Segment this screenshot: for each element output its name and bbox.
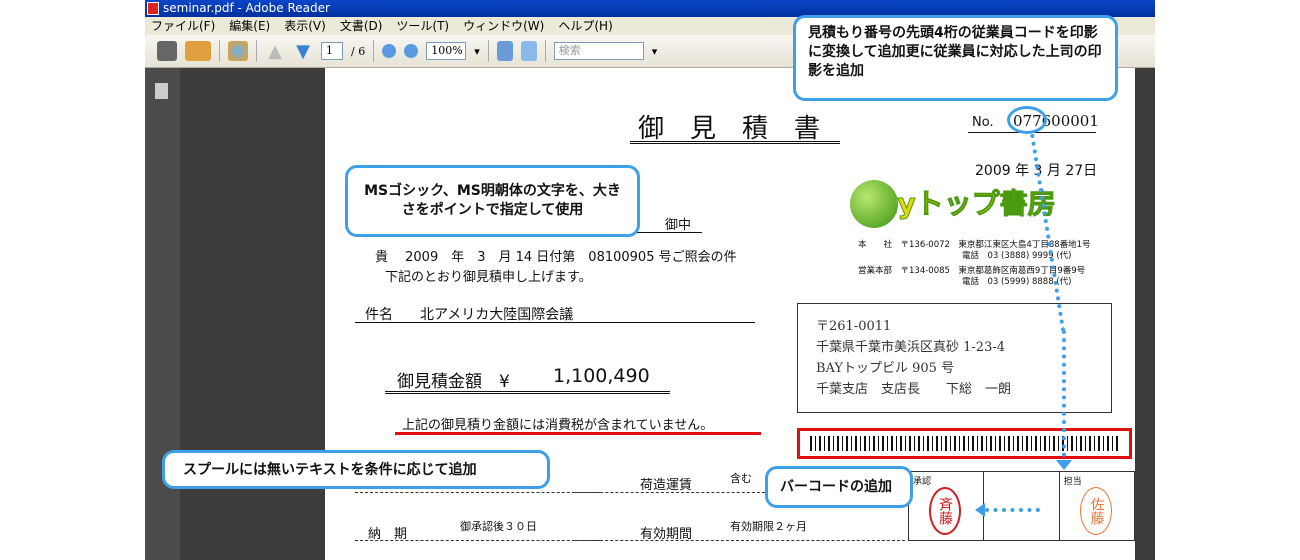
menu-window[interactable]: ウィンドウ(W) <box>463 17 544 35</box>
search-input[interactable]: 検索 <box>553 42 644 60</box>
arrow-down-icon <box>1056 460 1072 470</box>
menu-help[interactable]: ヘルプ(H) <box>558 17 612 35</box>
pages-icon[interactable] <box>155 83 168 99</box>
divider <box>219 40 220 62</box>
next-page-icon[interactable]: ▼ <box>293 41 313 62</box>
logo-icon <box>850 180 898 228</box>
menu-tools[interactable]: ツール(T) <box>396 17 449 35</box>
highlight-circle <box>1007 106 1047 134</box>
empty-cell <box>984 472 1060 540</box>
approve-cell: 承認 斉藤 <box>909 472 985 540</box>
previous-page-icon[interactable]: ▲ <box>265 41 285 62</box>
amount-label: 御見積金額 ¥ <box>397 372 510 392</box>
barcode-box <box>797 428 1132 459</box>
callout-employee-code: 見積もり番号の先頭4桁の従業員コードを印影に変換して追加更に従業員に対応した上司… <box>793 15 1118 101</box>
menu-edit[interactable]: 編集(E) <box>229 17 270 35</box>
tax-note: 上記の御見積り金額には消費税が含まれていません。 <box>402 418 714 433</box>
divider <box>256 40 257 62</box>
staff-cell: 担当 佐藤 <box>1060 472 1134 540</box>
intro-text: 下記のとおり御見積申し上げます。 <box>385 270 592 285</box>
stamp-table: 承認 斉藤 担当 佐藤 <box>908 471 1135 541</box>
staff-stamp: 佐藤 <box>1079 487 1112 535</box>
subject-label: 件名 <box>365 307 393 323</box>
divider <box>487 40 489 62</box>
subject: 北アメリカ大陸国際会議 <box>420 307 574 323</box>
page-number-input[interactable]: 1 <box>321 42 343 60</box>
red-underline <box>395 432 761 435</box>
barcode <box>810 436 1119 451</box>
reference-line: 貴 2009 年 3 月 14 日付第 08100905 号ご照会の件 <box>375 250 737 265</box>
shipping-label: 荷造運賃 <box>640 478 693 493</box>
menu-file[interactable]: ファイル(F) <box>151 17 215 35</box>
dotted-connector <box>1062 330 1066 465</box>
no-label: No. <box>972 115 994 130</box>
page-total: / 6 <box>351 44 366 58</box>
zoom-in-icon[interactable] <box>404 44 419 58</box>
validity-value: 有効期限２ヶ月 <box>730 520 807 533</box>
fit-width-icon[interactable] <box>496 41 513 61</box>
callout-barcode: バーコードの追加 <box>765 466 913 508</box>
approve-stamp: 斉藤 <box>929 487 961 535</box>
doc-title: 御 見 積 書 <box>638 114 821 144</box>
recipient-suffix: 御中 <box>665 218 692 233</box>
collaborate-icon[interactable] <box>228 41 248 61</box>
zoom-out-icon[interactable] <box>382 44 397 58</box>
divider <box>544 40 546 62</box>
delivery-value: 御承認後３０日 <box>460 520 537 533</box>
callout-spool: スプールには無いテキストを条件に応じて追加 <box>162 450 550 489</box>
arrow-left-icon <box>975 503 985 517</box>
chevron-down-icon[interactable]: ▾ <box>652 45 658 58</box>
window-title: seminar.pdf - Adobe Reader <box>163 1 330 15</box>
zoom-select[interactable]: 100% <box>426 42 467 60</box>
company-hq: 本 社 〒136-0072 東京都江東区大島4丁目88番地1号 電話 03 (38… <box>858 240 1091 261</box>
callout-fonts: MSゴシック、MS明朝体の文字を、大きさをポイントで指定して使用 <box>345 165 640 237</box>
chevron-down-icon[interactable]: ▾ <box>474 45 480 58</box>
share-icon[interactable] <box>185 41 211 61</box>
fit-page-icon[interactable] <box>520 41 537 61</box>
menu-document[interactable]: 文書(D) <box>340 17 383 35</box>
shipping-value: 含む <box>730 472 752 485</box>
amount-value: 1,100,490 <box>553 365 650 387</box>
pdf-icon <box>147 2 159 15</box>
divider <box>373 40 375 62</box>
menu-view[interactable]: 表示(V) <box>284 17 326 35</box>
dotted-connector <box>985 508 1040 512</box>
print-icon[interactable] <box>157 41 177 61</box>
